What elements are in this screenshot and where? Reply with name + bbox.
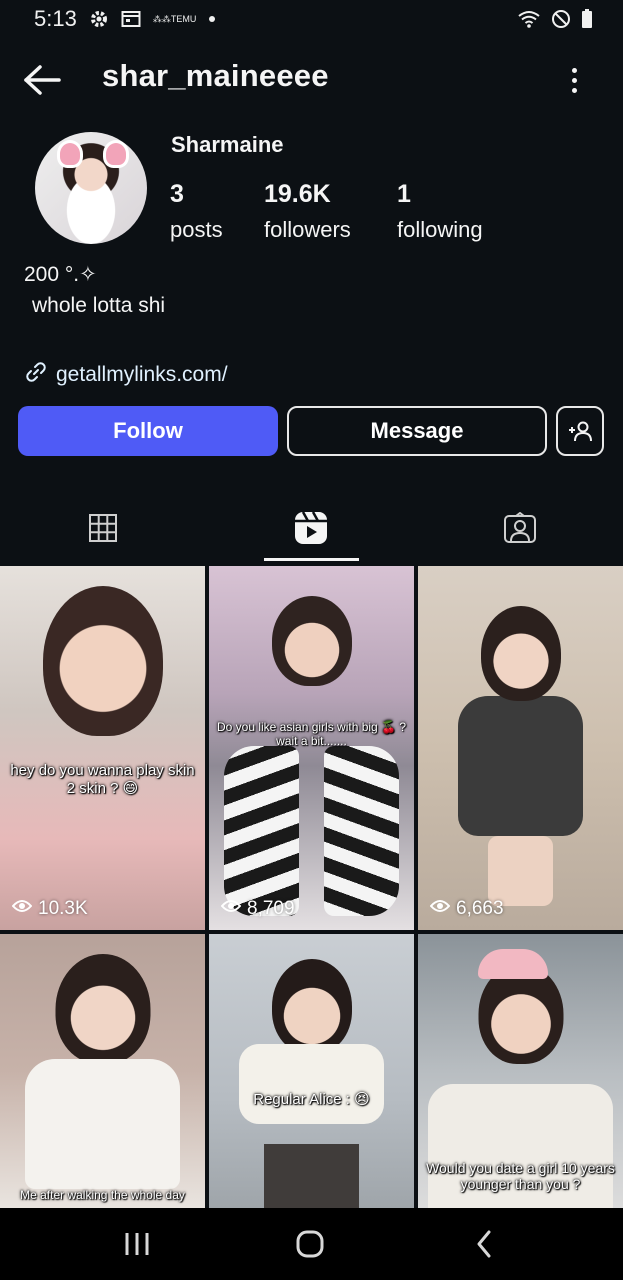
reel-views: 8,709 — [220, 898, 295, 920]
thumbnail-detail — [239, 1044, 384, 1124]
bunny-ear — [103, 140, 129, 168]
reel-thumbnail[interactable]: Me after walking the whole day — [0, 934, 205, 1208]
thumbnail-image — [478, 964, 563, 1064]
stat-following[interactable]: 1 following — [397, 180, 483, 243]
stat-followers[interactable]: 19.6K followers — [264, 180, 351, 243]
recent-apps-icon[interactable] — [122, 1226, 152, 1262]
link-text: getallmylinks.com/ — [56, 363, 228, 386]
stat-label: posts — [170, 217, 223, 242]
play-count-icon — [429, 898, 451, 920]
thumbnail-image — [55, 954, 150, 1064]
view-count: 6,663 — [456, 898, 504, 919]
reels-icon[interactable] — [261, 500, 361, 556]
message-button[interactable]: Message — [287, 406, 547, 456]
home-icon[interactable] — [294, 1226, 326, 1262]
thumbnail-detail — [25, 1059, 180, 1189]
back-icon[interactable] — [474, 1226, 494, 1262]
dnd-icon — [551, 9, 571, 29]
profile-tabs — [0, 500, 623, 562]
display-name: Sharmaine — [171, 132, 284, 157]
stat-label: followers — [264, 217, 351, 242]
stat-value: 3 — [170, 180, 184, 208]
grid-icon[interactable] — [53, 500, 153, 556]
app-bar: shar_maineeee — [0, 48, 623, 112]
reel-thumbnail[interactable]: Would you date a girl 10 years younger t… — [418, 934, 623, 1208]
avatar[interactable] — [35, 132, 147, 244]
calendar-icon — [121, 10, 141, 28]
add-user-icon[interactable] — [556, 406, 604, 456]
tagged-icon[interactable] — [470, 500, 570, 556]
gear-icon — [89, 9, 109, 29]
link-icon — [24, 360, 48, 390]
play-count-icon — [11, 898, 33, 920]
bio-line: 200 °.✧ — [24, 263, 97, 286]
view-count: 10.3K — [38, 898, 88, 919]
reel-thumbnail[interactable]: hey do you wanna play skin 2 skin ? 😄 10… — [0, 566, 205, 930]
profile-actions: Follow Message — [0, 406, 623, 456]
reel-caption: Would you date a girl 10 years younger t… — [426, 1160, 615, 1192]
active-tab-indicator — [264, 558, 359, 561]
status-time: 5:13 — [34, 6, 77, 31]
bio-line: whole lotta shi — [32, 294, 166, 317]
reel-thumbnail[interactable]: Do you like asian girls with big 🍒 ? wai… — [209, 566, 414, 930]
thumbnail-detail — [324, 746, 399, 916]
thumbnail-detail — [224, 746, 299, 916]
reel-caption: Me after walking the whole day — [20, 1188, 185, 1202]
reel-views: 10.3K — [11, 898, 88, 920]
more-options-icon[interactable] — [560, 62, 588, 98]
thumbnail-image — [271, 959, 352, 1054]
profile-username: shar_maineeee — [102, 58, 329, 93]
thumbnail-image — [271, 596, 352, 686]
stat-label: following — [397, 217, 483, 242]
reel-caption: Regular Alice : 😣 — [253, 1091, 370, 1108]
back-arrow-icon[interactable] — [22, 64, 62, 96]
thumbnail-detail — [488, 836, 553, 906]
temu-icon: ⁂⁂ TEMU — [152, 13, 197, 24]
reel-views: 6,663 — [429, 898, 504, 920]
status-bar: 5:13 ⁂⁂ TEMU — [0, 0, 623, 38]
reel-caption: hey do you wanna play skin 2 skin ? 😄 — [10, 762, 195, 797]
thumbnail-image — [42, 586, 163, 736]
reel-caption: Do you like asian girls with big 🍒 ? wai… — [216, 720, 407, 748]
bunny-ear — [57, 140, 83, 168]
play-count-icon — [220, 898, 242, 920]
thumbnail-detail — [458, 696, 583, 836]
wifi-icon — [517, 9, 541, 29]
reel-thumbnail[interactable]: Regular Alice : 😣 — [209, 934, 414, 1208]
view-count: 8,709 — [247, 898, 295, 919]
stat-value: 19.6K — [264, 180, 331, 208]
battery-icon — [581, 9, 593, 29]
dot-icon — [208, 15, 216, 23]
thumbnail-detail — [264, 1144, 359, 1208]
follow-button[interactable]: Follow — [18, 406, 278, 456]
thumbnail-detail — [478, 949, 548, 979]
temu-label: TEMU — [170, 13, 197, 24]
stat-posts[interactable]: 3 posts — [170, 180, 223, 243]
system-navigation-bar — [0, 1208, 623, 1280]
reel-thumbnail[interactable]: 6,663 — [418, 566, 623, 930]
stat-value: 1 — [397, 180, 411, 208]
profile-link[interactable]: getallmylinks.com/ — [24, 360, 228, 390]
thumbnail-image — [480, 606, 561, 701]
